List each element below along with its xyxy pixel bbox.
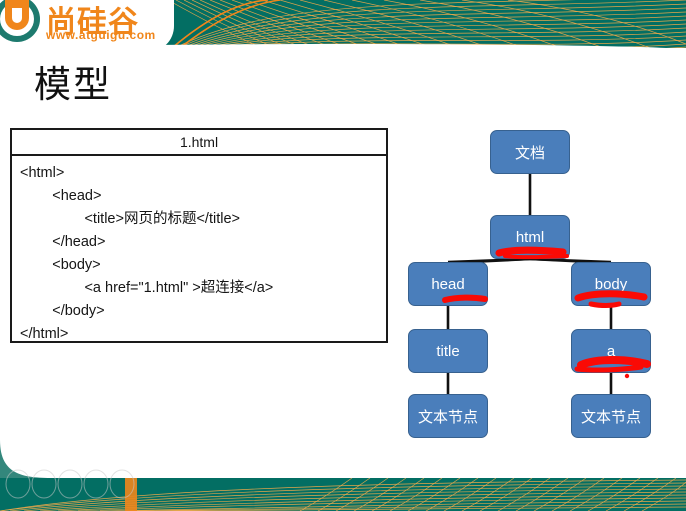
tree-node-head[interactable]: head bbox=[408, 262, 488, 306]
slide-canvas: 尚硅谷 www.atguigu.com 模型 1.html <html> <he… bbox=[0, 0, 686, 511]
code-line: <title>网页的标题</title> bbox=[20, 211, 240, 227]
code-panel-filename: 1.html bbox=[12, 130, 386, 156]
logo-url-text: www.atguigu.com bbox=[46, 28, 156, 42]
code-line: <a href="1.html" >超连接</a> bbox=[20, 280, 274, 296]
logo-u-icon bbox=[5, 0, 29, 30]
tree-node-label: 文本节点 bbox=[580, 407, 641, 426]
dom-tree-diagram: 文档 html head body title a 文本节点 文本节点 bbox=[395, 120, 680, 445]
code-line: <html> bbox=[20, 165, 65, 181]
code-line: </head> bbox=[20, 234, 106, 250]
tree-node-label: head bbox=[431, 275, 465, 293]
tree-node-html[interactable]: html bbox=[490, 215, 570, 259]
tree-node-label: body bbox=[594, 275, 628, 293]
code-line: </body> bbox=[20, 303, 105, 319]
tree-node-label: 文档 bbox=[514, 143, 545, 162]
tree-node-body-text[interactable]: 文本节点 bbox=[571, 394, 651, 438]
code-line: </html> bbox=[20, 326, 69, 342]
tree-node-head-text[interactable]: 文本节点 bbox=[408, 394, 488, 438]
tree-node-label: 文本节点 bbox=[417, 407, 478, 426]
tree-node-document[interactable]: 文档 bbox=[490, 130, 570, 174]
tree-node-body[interactable]: body bbox=[571, 262, 651, 306]
code-line: <head> bbox=[20, 188, 102, 204]
tree-node-title[interactable]: title bbox=[408, 329, 488, 373]
tree-node-label: a bbox=[606, 342, 616, 360]
code-line: <body> bbox=[20, 257, 101, 273]
tree-node-a[interactable]: a bbox=[571, 329, 651, 373]
code-panel-body: <html> <head> <title>网页的标题</title> </hea… bbox=[12, 156, 386, 346]
logo: 尚硅谷 www.atguigu.com bbox=[0, 0, 174, 52]
tree-node-label: html bbox=[515, 228, 545, 246]
page-title: 模型 bbox=[34, 63, 112, 106]
code-panel: 1.html <html> <head> <title>网页的标题</title… bbox=[10, 128, 388, 343]
footer-corner-decoration bbox=[0, 440, 135, 499]
tree-node-label: title bbox=[436, 342, 460, 360]
